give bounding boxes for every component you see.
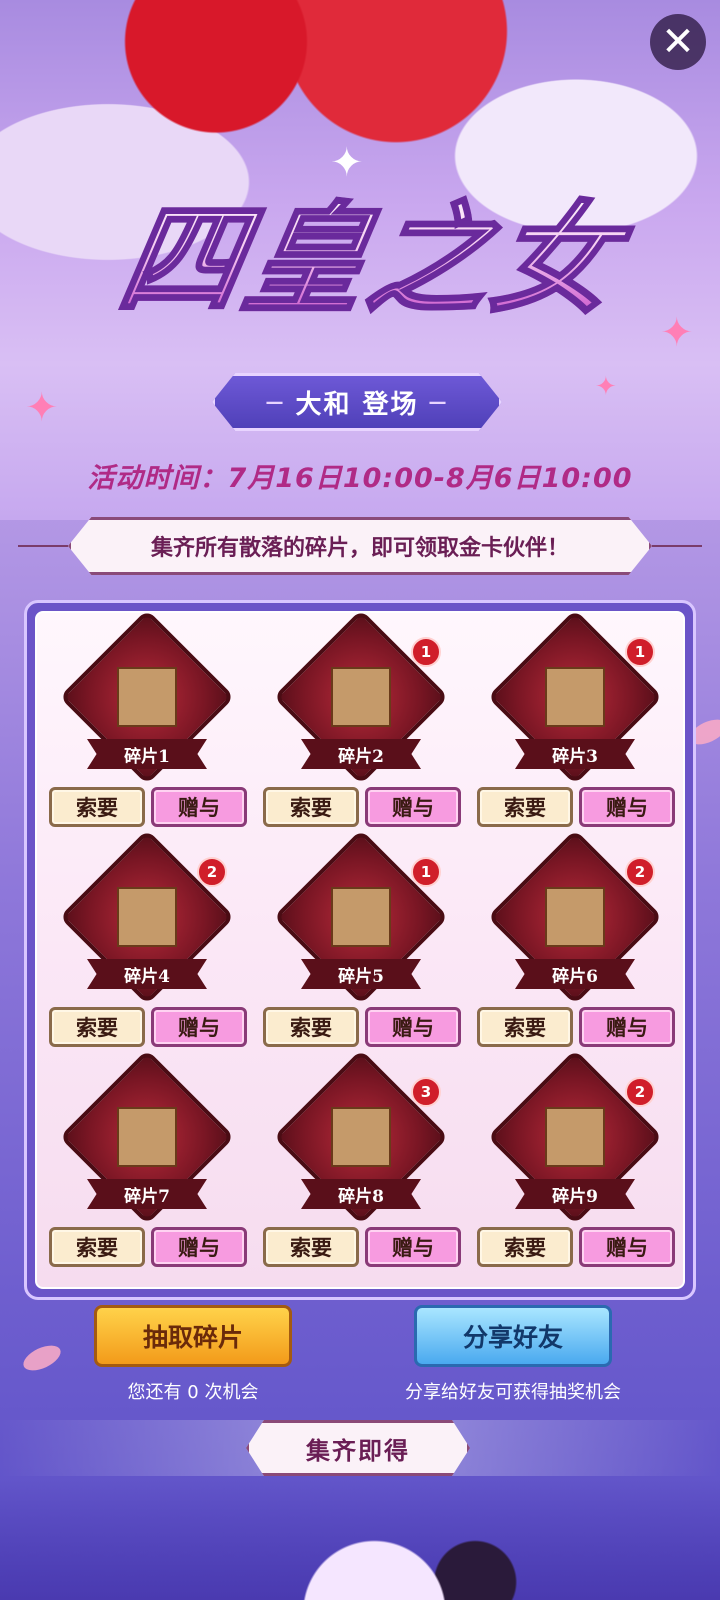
fragment-card: 碎片8 3 索要 赠与 xyxy=(257,1049,465,1277)
fragment-image xyxy=(117,1107,177,1167)
fragment-label: 碎片8 xyxy=(301,1179,421,1209)
fragment-label: 碎片9 xyxy=(515,1179,635,1209)
count-badge: 1 xyxy=(411,857,441,887)
request-button[interactable]: 索要 xyxy=(49,1227,145,1267)
fragment-card: 碎片1 索要 赠与 xyxy=(43,609,251,837)
count-badge: 1 xyxy=(625,637,655,667)
fragments-panel: 碎片1 索要 赠与 碎片2 1 索要 赠与 碎片3 1 索要 赠与 碎片4 2 索要 赠与 碎片5 1 索要 赠与碎… xyxy=(24,600,696,1300)
gift-button[interactable]: 赠与 xyxy=(579,787,675,827)
draw-hint: 您还有 0 次机会 xyxy=(127,1382,259,1403)
fragment-image xyxy=(117,667,177,727)
request-button[interactable]: 索要 xyxy=(49,787,145,827)
fragment-image xyxy=(331,1107,391,1167)
share-hint: 分享给好友可获得抽奖机会 xyxy=(405,1382,621,1403)
request-button[interactable]: 索要 xyxy=(263,1227,359,1267)
fragment-card: 碎片4 2 索要 赠与 xyxy=(43,829,251,1057)
collect-reward-title: 集齐即得 xyxy=(246,1420,470,1476)
request-button[interactable]: 索要 xyxy=(263,1007,359,1047)
gift-button[interactable]: 赠与 xyxy=(579,1007,675,1047)
gift-button[interactable]: 赠与 xyxy=(365,1007,461,1047)
notice-banner: 集齐所有散落的碎片，即可领取金卡伙伴！ xyxy=(68,517,652,575)
subtitle-banner: — 大和 登场 — xyxy=(212,373,502,431)
fragments-grid: 碎片1 索要 赠与 碎片2 1 索要 赠与 碎片3 1 索要 赠与 碎片4 2 索要 赠与 碎片5 1 索要 赠与碎… xyxy=(35,609,685,1289)
divider xyxy=(18,545,68,547)
fragment-card: 碎片7 索要 赠与 xyxy=(43,1049,251,1277)
fragment-card: 碎片2 1 索要 赠与 xyxy=(257,609,465,837)
fragment-card: 碎片9 2 索要 赠与 xyxy=(471,1049,679,1277)
count-badge: 3 xyxy=(411,1077,441,1107)
petal-decoration xyxy=(19,1340,65,1376)
gift-button[interactable]: 赠与 xyxy=(151,1007,247,1047)
event-time: 活动时间：7月16日10:00-8月6日10:00 xyxy=(87,463,633,494)
draw-fragment-button[interactable]: 抽取碎片 xyxy=(94,1305,292,1367)
reward-character-art xyxy=(0,1480,720,1600)
subtitle-dash-left: — xyxy=(265,391,286,413)
subtitle-dash-right: — xyxy=(428,391,449,413)
fragment-image xyxy=(545,1107,605,1167)
fragment-label: 碎片3 xyxy=(515,739,635,769)
fragment-label: 碎片5 xyxy=(301,959,421,989)
count-badge: 2 xyxy=(625,1077,655,1107)
request-button[interactable]: 索要 xyxy=(477,787,573,827)
sparkle-icon: ✦ xyxy=(595,372,617,402)
fragment-label: 碎片6 xyxy=(515,959,635,989)
gift-button[interactable]: 赠与 xyxy=(579,1227,675,1267)
gift-button[interactable]: 赠与 xyxy=(151,787,247,827)
divider xyxy=(652,545,702,547)
count-badge: 2 xyxy=(625,857,655,887)
request-button[interactable]: 索要 xyxy=(477,1227,573,1267)
fragment-label: 碎片4 xyxy=(87,959,207,989)
fragment-label: 碎片2 xyxy=(301,739,421,769)
fragment-card: 碎片3 1 索要 赠与 xyxy=(471,609,679,837)
fragment-image xyxy=(545,887,605,947)
request-button[interactable]: 索要 xyxy=(477,1007,573,1047)
fragment-image xyxy=(331,887,391,947)
request-button[interactable]: 索要 xyxy=(263,787,359,827)
event-title: 四皇之女 xyxy=(60,175,680,365)
sparkle-icon: ✦ xyxy=(25,385,59,431)
close-button[interactable]: ✕ xyxy=(650,14,706,70)
subtitle-text: 大和 登场 xyxy=(295,389,419,420)
fragment-image xyxy=(545,667,605,727)
share-friend-button[interactable]: 分享好友 xyxy=(414,1305,612,1367)
fragment-image xyxy=(331,667,391,727)
fragment-image xyxy=(117,887,177,947)
count-badge: 1 xyxy=(411,637,441,667)
fragment-label: 碎片1 xyxy=(87,739,207,769)
gift-button[interactable]: 赠与 xyxy=(365,787,461,827)
count-badge: 2 xyxy=(197,857,227,887)
fragment-card: 碎片6 2 索要 赠与 xyxy=(471,829,679,1057)
fragment-card: 碎片5 1 索要 赠与 xyxy=(257,829,465,1057)
gift-button[interactable]: 赠与 xyxy=(151,1227,247,1267)
request-button[interactable]: 索要 xyxy=(49,1007,145,1047)
fragment-label: 碎片7 xyxy=(87,1179,207,1209)
title-logo: 四皇之女 xyxy=(45,175,695,345)
gift-button[interactable]: 赠与 xyxy=(365,1227,461,1267)
